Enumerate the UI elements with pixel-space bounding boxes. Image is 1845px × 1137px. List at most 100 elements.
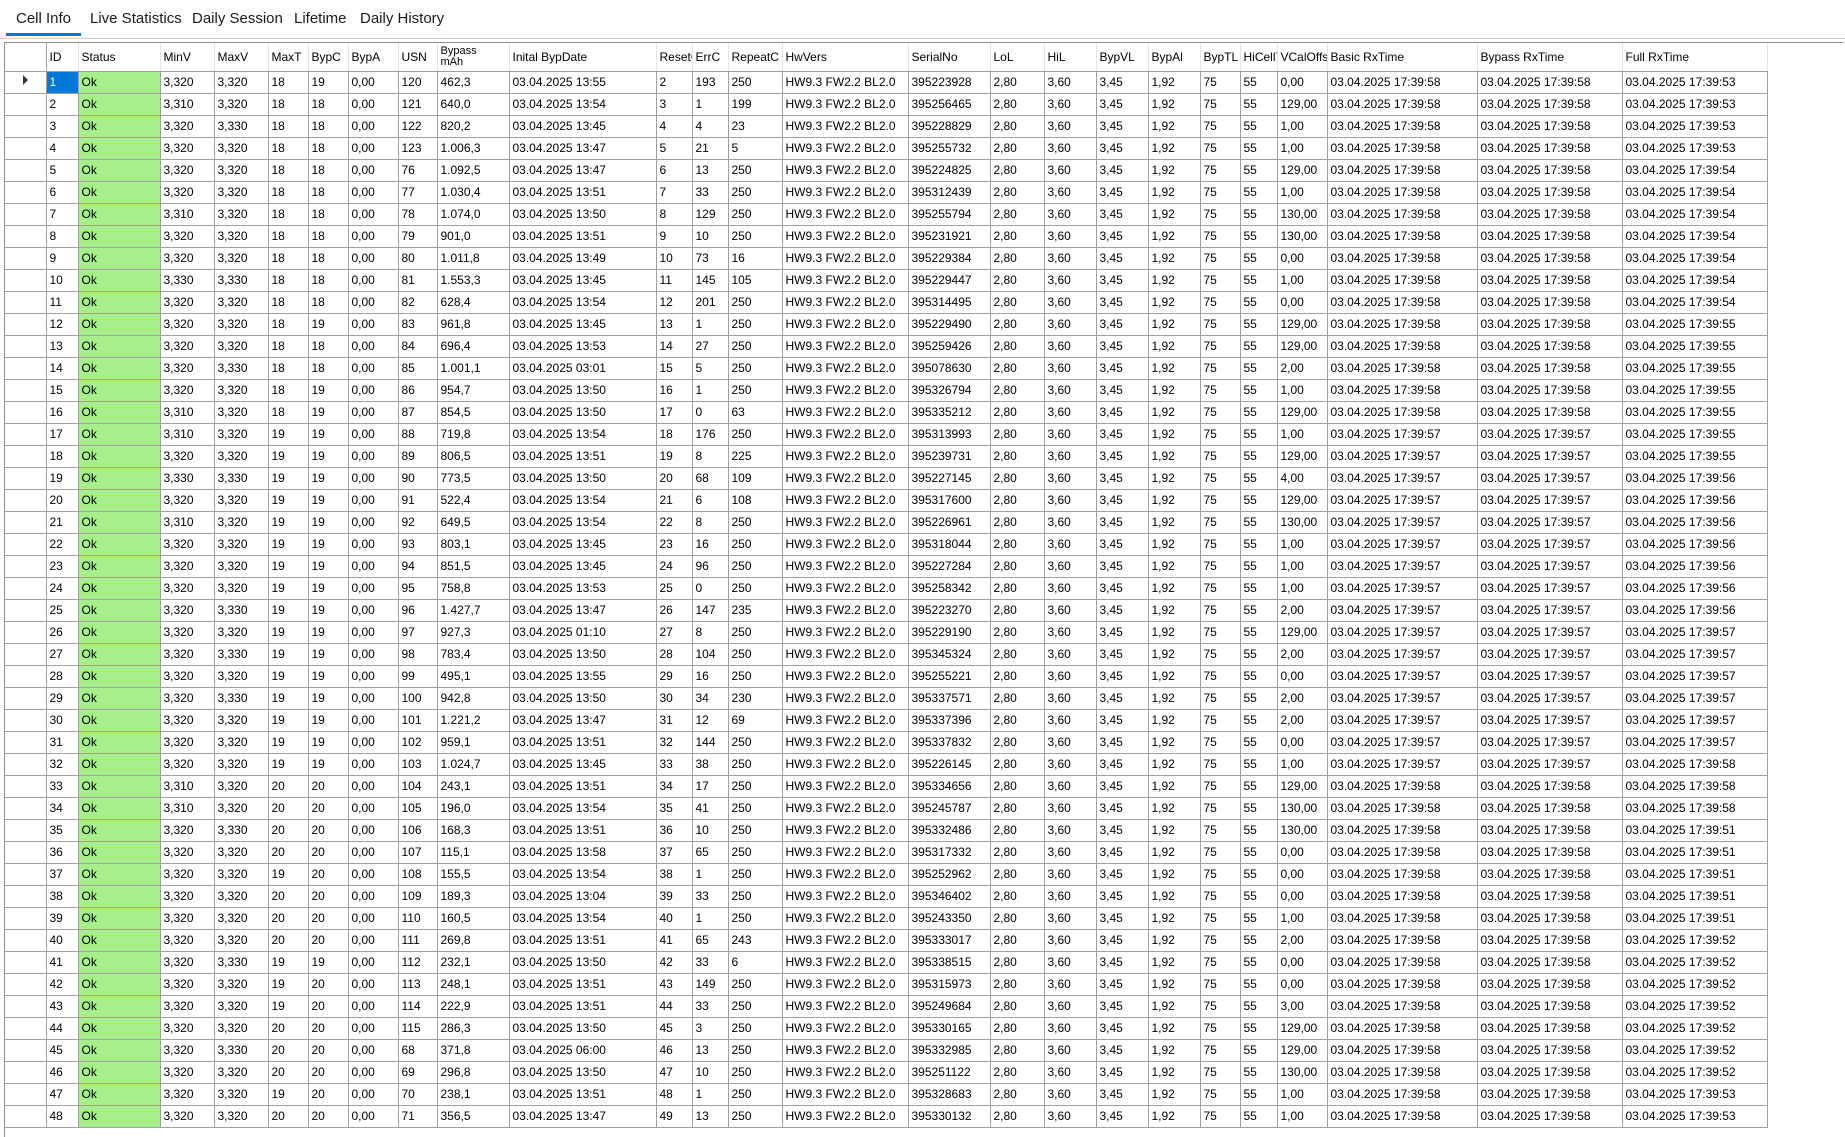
cell-lol[interactable]: 2,80 (990, 599, 1045, 622)
cell-bypass-rxtime[interactable]: 03.04.2025 17:39:58 (1477, 313, 1623, 336)
cell-basic-rxtime[interactable]: 03.04.2025 17:39:58 (1327, 907, 1478, 930)
cell-hwvers[interactable]: HW9.3 FW2.2 BL2.0 (782, 203, 909, 226)
cell-lol[interactable]: 2,80 (990, 951, 1045, 974)
column-header-minv[interactable]: MinV (160, 43, 215, 72)
cell-resetc[interactable]: 34 (656, 775, 693, 798)
cell-hil[interactable]: 3,60 (1044, 445, 1097, 468)
column-header-bypc[interactable]: BypC (308, 43, 349, 72)
cell-bypa[interactable]: 0,00 (348, 1083, 399, 1106)
cell-bypvl[interactable]: 3,45 (1096, 555, 1149, 578)
cell-resetc[interactable]: 28 (656, 643, 693, 666)
cell-resetc[interactable]: 25 (656, 577, 693, 600)
cell-maxt[interactable]: 19 (268, 995, 309, 1018)
column-header-lol[interactable]: LoL (990, 43, 1045, 72)
cell-usn[interactable]: 97 (398, 621, 438, 644)
cell-inital-bypdate[interactable]: 03.04.2025 13:47 (509, 1105, 657, 1128)
cell-bypass-rxtime[interactable]: 03.04.2025 17:39:58 (1477, 1017, 1623, 1040)
cell-bypc[interactable]: 19 (308, 71, 349, 94)
cell-lol[interactable]: 2,80 (990, 753, 1045, 776)
cell-minv[interactable]: 3,320 (160, 159, 215, 182)
cell-hicellte[interactable]: 55 (1240, 137, 1278, 160)
cell-id[interactable]: 27 (46, 643, 79, 666)
cell-maxt[interactable]: 20 (268, 797, 309, 820)
cell-bypvl[interactable]: 3,45 (1096, 335, 1149, 358)
cell-bypass-rxtime[interactable]: 03.04.2025 17:39:57 (1477, 577, 1623, 600)
cell-bypc[interactable]: 19 (308, 951, 349, 974)
table-row[interactable]: 16 Ok 3,310 3,320 18 19 0,00 87 854,5 03.04.2025 … (5, 401, 1768, 424)
cell-serialno[interactable]: 395345324 (908, 643, 991, 666)
cell-usn[interactable]: 68 (398, 1039, 438, 1062)
row-header[interactable] (5, 401, 47, 424)
cell-maxv[interactable]: 3,320 (214, 159, 269, 182)
cell-inital-bypdate[interactable]: 03.04.2025 13:50 (509, 203, 657, 226)
cell-status[interactable]: Ok (78, 115, 161, 138)
cell-resetc[interactable]: 4 (656, 115, 693, 138)
cell-resetc[interactable]: 29 (656, 665, 693, 688)
cell-bypass-mah[interactable]: 959,1 (437, 731, 510, 754)
cell-bypal[interactable]: 1,92 (1148, 533, 1201, 556)
cell-bypass-rxtime[interactable]: 03.04.2025 17:39:57 (1477, 665, 1623, 688)
cell-lol[interactable]: 2,80 (990, 313, 1045, 336)
cell-status[interactable]: Ok (78, 819, 161, 842)
cell-maxv[interactable]: 3,330 (214, 951, 269, 974)
cell-serialno[interactable]: 395224825 (908, 159, 991, 182)
cell-bypal[interactable]: 1,92 (1148, 929, 1201, 952)
cell-hwvers[interactable]: HW9.3 FW2.2 BL2.0 (782, 489, 909, 512)
cell-usn[interactable]: 102 (398, 731, 438, 754)
cell-id[interactable]: 32 (46, 753, 79, 776)
cell-bypc[interactable]: 18 (308, 159, 349, 182)
table-row[interactable]: 8 Ok 3,320 3,320 18 18 0,00 79 901,0 03.04.2025 1… (5, 225, 1768, 248)
cell-bypass-rxtime[interactable]: 03.04.2025 17:39:58 (1477, 115, 1623, 138)
column-header-serialno[interactable]: SerialNo (908, 43, 991, 72)
cell-basic-rxtime[interactable]: 03.04.2025 17:39:58 (1327, 71, 1478, 94)
cell-usn[interactable]: 70 (398, 1083, 438, 1106)
cell-maxt[interactable]: 19 (268, 621, 309, 644)
cell-maxv[interactable]: 3,320 (214, 203, 269, 226)
cell-bypc[interactable]: 19 (308, 577, 349, 600)
row-header[interactable] (5, 467, 47, 490)
cell-basic-rxtime[interactable]: 03.04.2025 17:39:57 (1327, 577, 1478, 600)
cell-full-rxtime[interactable]: 03.04.2025 17:39:56 (1622, 599, 1768, 622)
cell-bypvl[interactable]: 3,45 (1096, 181, 1149, 204)
cell-inital-bypdate[interactable]: 03.04.2025 13:50 (509, 379, 657, 402)
cell-hwvers[interactable]: HW9.3 FW2.2 BL2.0 (782, 995, 909, 1018)
cell-status[interactable]: Ok (78, 753, 161, 776)
cell-inital-bypdate[interactable]: 03.04.2025 13:53 (509, 335, 657, 358)
cell-hicellte[interactable]: 55 (1240, 797, 1278, 820)
cell-usn[interactable]: 76 (398, 159, 438, 182)
cell-bypc[interactable]: 20 (308, 1105, 349, 1128)
cell-id[interactable]: 7 (46, 203, 79, 226)
cell-resetc[interactable]: 19 (656, 445, 693, 468)
column-header-full-rxtime[interactable]: Full RxTime (1622, 43, 1768, 72)
cell-maxv[interactable]: 3,320 (214, 181, 269, 204)
cell-hwvers[interactable]: HW9.3 FW2.2 BL2.0 (782, 115, 909, 138)
cell-repeatc[interactable]: 250 (728, 841, 783, 864)
cell-lol[interactable]: 2,80 (990, 797, 1045, 820)
cell-hil[interactable]: 3,60 (1044, 841, 1097, 864)
cell-bypass-mah[interactable]: 356,5 (437, 1105, 510, 1128)
cell-basic-rxtime[interactable]: 03.04.2025 17:39:58 (1327, 225, 1478, 248)
cell-bypvl[interactable]: 3,45 (1096, 137, 1149, 160)
cell-serialno[interactable]: 395258342 (908, 577, 991, 600)
cell-errc[interactable]: 12 (692, 709, 729, 732)
cell-bypc[interactable]: 20 (308, 907, 349, 930)
cell-bypass-mah[interactable]: 1.092,5 (437, 159, 510, 182)
cell-minv[interactable]: 3,320 (160, 555, 215, 578)
cell-id[interactable]: 5 (46, 159, 79, 182)
cell-bypc[interactable]: 18 (308, 137, 349, 160)
cell-basic-rxtime[interactable]: 03.04.2025 17:39:58 (1327, 819, 1478, 842)
cell-serialno[interactable]: 395330132 (908, 1105, 991, 1128)
cell-byptl[interactable]: 75 (1200, 885, 1241, 908)
cell-id[interactable]: 1 (46, 71, 79, 94)
cell-byptl[interactable]: 75 (1200, 819, 1241, 842)
cell-hicellte[interactable]: 55 (1240, 511, 1278, 534)
cell-status[interactable]: Ok (78, 401, 161, 424)
cell-lol[interactable]: 2,80 (990, 159, 1045, 182)
cell-maxt[interactable]: 20 (268, 907, 309, 930)
cell-id[interactable]: 43 (46, 995, 79, 1018)
cell-repeatc[interactable]: 250 (728, 159, 783, 182)
cell-repeatc[interactable]: 250 (728, 379, 783, 402)
row-header[interactable] (5, 93, 47, 116)
cell-serialno[interactable]: 395243350 (908, 907, 991, 930)
cell-hil[interactable]: 3,60 (1044, 555, 1097, 578)
